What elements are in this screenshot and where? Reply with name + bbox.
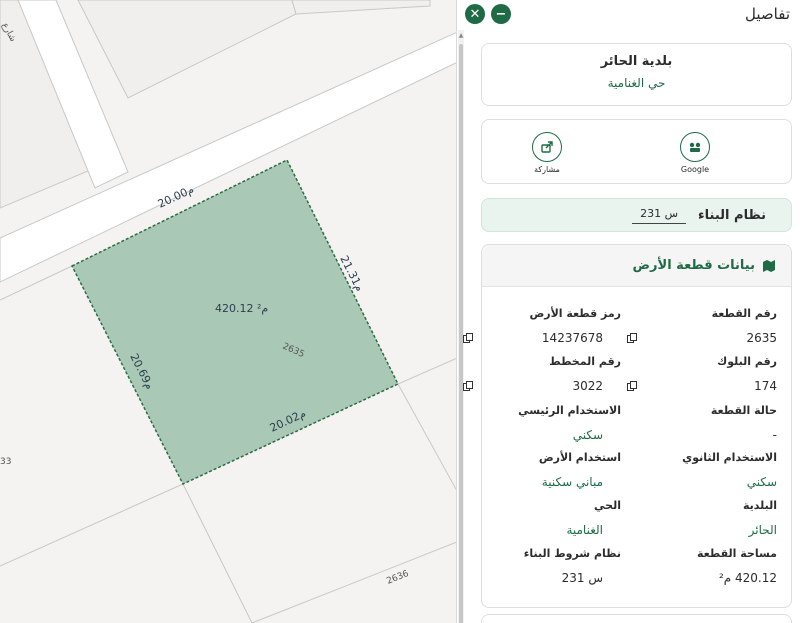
- field-municipality: البلدية الحائر: [637, 499, 777, 537]
- panel-header: تفاصيل ✕ −: [457, 0, 800, 28]
- minimize-button[interactable]: −: [491, 4, 511, 24]
- field-value: سكني: [572, 428, 603, 442]
- field-secondary-use: الاستخدام الثانوي سكني: [637, 451, 777, 489]
- field-value: سكني: [746, 475, 777, 489]
- field-key: رقم البلوك: [717, 355, 777, 368]
- field-plot-status: حالة القطعة -: [637, 404, 777, 442]
- field-block-number: رقم البلوك 174: [627, 355, 777, 393]
- copy-icon[interactable]: [627, 381, 637, 391]
- field-key: نظام شروط البناء: [523, 547, 621, 560]
- land-data-card: بيانات قطعة الأرض رقم القطعة 2635 رمز قط…: [463, 244, 792, 608]
- share-button[interactable]: مشاركة: [517, 132, 577, 174]
- field-land-use: استخدام الأرض مباني سكنية: [481, 451, 621, 489]
- google-maps-button[interactable]: Google: [665, 132, 725, 174]
- share-icon: [541, 141, 553, 153]
- field-value: 420.12 م²: [718, 571, 777, 585]
- actions-card: Google مشاركة: [481, 119, 792, 184]
- field-value: الحائر: [748, 523, 777, 537]
- map-block: [291, 0, 431, 15]
- neighbor-plot-label: 2636: [385, 569, 410, 587]
- location-card: بلدية الحائر حي الغنامية: [481, 43, 792, 106]
- field-key: رقم القطعة: [711, 307, 777, 320]
- map-canvas: شارع 420.12 م² 2635 20.00م 21.31م 20.69م…: [0, 0, 462, 623]
- copy-icon[interactable]: [463, 381, 473, 391]
- panel-scrollbar[interactable]: ▲: [458, 30, 464, 623]
- land-data-title: بيانات قطعة الأرض: [632, 258, 755, 273]
- field-value: س 231: [561, 571, 603, 585]
- field-key: رمز قطعة الأرض: [529, 307, 621, 320]
- field-key: استخدام الأرض: [538, 451, 621, 464]
- plot-area-label: 420.12 م²: [215, 302, 268, 315]
- field-value: 14237678: [541, 331, 603, 345]
- municipality-name: بلدية الحائر: [600, 54, 673, 69]
- building-system-value[interactable]: س 231: [632, 207, 687, 224]
- field-value: مباني سكنية: [541, 475, 603, 489]
- map-pins-icon: [689, 142, 701, 152]
- details-panel: تفاصيل ✕ − ▲ بلدية الحائر حي الغنامية Go…: [456, 0, 800, 623]
- field-value: الغنامية: [566, 523, 603, 537]
- field-key: مساحة القطعة: [697, 547, 777, 560]
- field-value: 3022: [572, 379, 603, 393]
- close-icon: ✕: [469, 6, 481, 22]
- land-data-header[interactable]: بيانات قطعة الأرض: [482, 245, 791, 287]
- field-value: -: [772, 428, 777, 442]
- map-view[interactable]: شارع 420.12 م² 2635 20.00م 21.31م 20.69م…: [0, 0, 462, 623]
- copy-icon[interactable]: [627, 333, 637, 343]
- scroll-up-arrow-icon[interactable]: ▲: [458, 32, 464, 40]
- field-key: الاستخدام الثانوي: [682, 451, 777, 464]
- close-button[interactable]: ✕: [465, 4, 485, 24]
- neighbor-edge-label: 33: [0, 457, 11, 467]
- field-key: رقم المخطط: [549, 355, 621, 368]
- field-key: الحي: [594, 499, 621, 512]
- field-plot-area: مساحة القطعة 420.12 م²: [637, 547, 777, 585]
- google-label: Google: [680, 165, 710, 174]
- map-block: [77, 0, 297, 99]
- field-plot-number: رقم القطعة 2635: [627, 307, 777, 345]
- field-main-use: الاستخدام الرئيسي سكني: [481, 404, 621, 442]
- panel-title: تفاصيل: [745, 5, 790, 23]
- field-value: 2635: [746, 331, 777, 345]
- field-value: 174: [754, 379, 777, 393]
- map-icon: [763, 259, 775, 272]
- building-system-card: نظام البناء س 231: [481, 198, 792, 232]
- next-card-partial: [481, 614, 792, 623]
- share-label: مشاركة: [534, 165, 560, 174]
- field-key: البلدية: [742, 499, 777, 512]
- field-plot-code: رمز قطعة الأرض 14237678: [463, 307, 621, 345]
- field-district: الحي الغنامية: [481, 499, 621, 537]
- field-plan-number: رقم المخطط 3022: [463, 355, 621, 393]
- minus-icon: −: [495, 6, 507, 22]
- field-building-code: نظام شروط البناء س 231: [481, 547, 621, 585]
- building-system-label: نظام البناء: [698, 207, 766, 223]
- copy-icon[interactable]: [463, 333, 473, 343]
- field-key: حالة القطعة: [710, 404, 777, 417]
- district-name: حي الغنامية: [607, 76, 666, 90]
- field-key: الاستخدام الرئيسي: [518, 404, 621, 417]
